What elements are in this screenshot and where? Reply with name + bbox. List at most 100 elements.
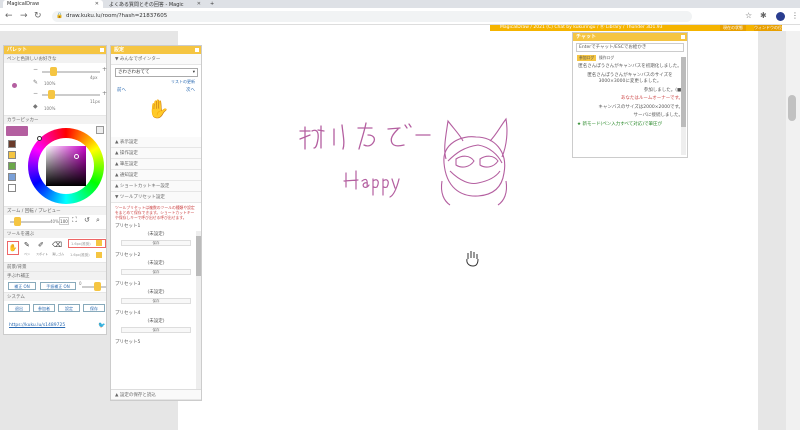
tool-input-1-knob[interactable] [96, 240, 102, 246]
color-cursor[interactable] [74, 154, 79, 159]
chat-log: 匿名さんぽうさんがキャンバスを初期化しました。 匿名さんぽうさんがキャンバスのサ… [573, 62, 687, 130]
preset-save-button[interactable]: 保存 [121, 298, 191, 304]
hand-tool-button[interactable]: ✋ [7, 241, 19, 255]
zoom-slider-handle[interactable] [14, 217, 21, 226]
back-button[interactable]: ← [5, 11, 13, 21]
twitter-icon[interactable]: 🐦 [98, 322, 105, 329]
pointer-header-text: みんなでポインター [119, 57, 161, 62]
pen-icon: ✎ [33, 79, 39, 86]
pen-tool-icon[interactable]: ✎ [24, 241, 30, 249]
hand-pointer-icon: ✋ [147, 99, 170, 120]
menu-icon[interactable]: ⋮ [791, 11, 799, 21]
pointer-select[interactable]: さわさわおてて ▾ [115, 68, 198, 77]
zoom-controls: 40% 100 ⛶ ↺ ⌕ [4, 215, 106, 229]
pointer-section-header[interactable]: ▼ みんなでポインター [111, 54, 201, 65]
close-icon[interactable] [195, 48, 199, 52]
size-value: 4px [90, 75, 98, 80]
participants-button[interactable]: 参加者 [33, 304, 55, 312]
close-icon[interactable]: ✕ [95, 1, 99, 7]
tool-preset-header[interactable]: ▼ ツールプリセット設定 [111, 192, 201, 203]
current-color-swatch[interactable] [6, 126, 28, 136]
section-label: ツールプリセット設定 [119, 195, 165, 200]
prev-link[interactable]: 前へ [117, 87, 126, 93]
pointer-settings: さわさわおてて ▾ リストの更新 前へ 次へ ✋ [111, 65, 201, 137]
palette-header[interactable]: パレット [4, 46, 106, 54]
close-icon[interactable] [681, 35, 685, 39]
section-stabilizer: 手ぶれ補正 [4, 271, 106, 280]
search-icon[interactable]: ⌕ [96, 216, 100, 225]
swatch-green[interactable] [8, 162, 16, 170]
tool-input-2-knob[interactable] [96, 252, 102, 258]
size-slider-handle[interactable] [50, 67, 57, 76]
preset-save-button[interactable]: 保存 [121, 327, 191, 333]
share-row: https://kuku.lu/s1489725 🐦 [4, 322, 106, 333]
canvas-scrollbar[interactable] [786, 31, 800, 430]
tab-title: よくある質問とその回答 - Magic [109, 1, 184, 8]
swatch-yellow[interactable] [8, 151, 16, 159]
preset-save-button[interactable]: 保存 [121, 240, 191, 246]
display-settings-header[interactable]: ▲ 表示設定 [111, 137, 201, 148]
tab-join-log[interactable]: 参加ログ [577, 55, 597, 61]
notification-settings-header[interactable]: ▲ 通知設定 [111, 170, 201, 181]
section-label: 操作設定 [119, 151, 138, 156]
settings-scrollbar-thumb[interactable] [196, 236, 201, 276]
scrollbar-thumb[interactable] [788, 95, 796, 121]
save-load-settings-header[interactable]: ▲ 設定の保存と読込 [111, 389, 201, 400]
minus-icon[interactable]: − [33, 90, 38, 97]
tab-magicaldraw[interactable]: MagicalDraw ✕ [3, 0, 103, 8]
settings-button[interactable]: 設定 [58, 304, 80, 312]
preset-value: (未設定) [147, 232, 165, 237]
chat-scrollbar-thumb[interactable] [681, 57, 686, 127]
close-icon[interactable]: ✕ [197, 1, 201, 7]
stabilizer-slider-handle[interactable] [94, 282, 101, 291]
forward-button[interactable]: → [20, 11, 28, 21]
tab-title: MagicalDraw [7, 1, 40, 7]
chat-header[interactable]: チャット [573, 33, 687, 41]
minus-icon[interactable]: − [33, 66, 38, 73]
fit-icon[interactable]: ⛶ [72, 216, 77, 225]
stabilizer-on-button[interactable]: 補正 ON [8, 282, 36, 290]
plus-icon[interactable]: + [102, 90, 107, 97]
log-entry: 参加しました。(■) [643, 87, 683, 93]
pressure-settings-header[interactable]: ▲ 筆圧設定 [111, 159, 201, 170]
preset-2: プリセット2 (未設定) 保存 [115, 252, 197, 275]
hue-cursor[interactable] [37, 136, 42, 141]
exit-button[interactable]: 退出 [8, 304, 30, 312]
shortcut-settings-header[interactable]: ▲ ショートカットキー設定 [111, 181, 201, 192]
hand-stabilizer-button[interactable]: 手振補正 ON [40, 282, 76, 290]
refresh-list-link[interactable]: リストの更新 [171, 79, 195, 85]
dropper-tool-icon[interactable]: ✐ [38, 241, 44, 249]
section-label: 通知設定 [119, 173, 138, 178]
swatch-add[interactable] [8, 184, 16, 192]
avatar[interactable] [776, 12, 785, 21]
tab-operation-log[interactable]: 操作ログ [597, 55, 616, 61]
settings-header[interactable]: 設定 [111, 46, 201, 54]
zoom-reset-button[interactable]: 100 [59, 217, 69, 225]
section-label: 表示設定 [119, 140, 138, 145]
operation-settings-header[interactable]: ▲ 操作設定 [111, 148, 201, 159]
saturation-square[interactable] [46, 146, 86, 186]
extensions-icon[interactable]: ✱ [760, 11, 767, 21]
eraser-tool-icon[interactable]: ⌫ [52, 241, 62, 249]
next-link[interactable]: 次へ [186, 87, 195, 93]
tool-label-eraser: 消しゴム [52, 252, 65, 256]
swatch-blue[interactable] [8, 173, 16, 181]
preset-save-button[interactable]: 保存 [121, 269, 191, 275]
rotate-icon[interactable]: ↺ [84, 216, 90, 224]
chat-input[interactable]: Enterでチャット/ESCでお絵かき [576, 43, 684, 52]
save-button[interactable]: 保存 [83, 304, 105, 312]
plus-icon[interactable]: + [102, 66, 107, 73]
swatch-brown[interactable] [8, 140, 16, 148]
star-icon[interactable]: ☆ [745, 11, 752, 21]
size2-slider-handle[interactable] [48, 90, 55, 99]
color-menu-icon[interactable] [96, 126, 104, 134]
chat-tabs: 参加ログ 操作ログ [573, 54, 687, 62]
reload-button[interactable]: ↻ [34, 11, 42, 21]
new-tab-button[interactable]: + [206, 0, 216, 8]
share-link[interactable]: https://kuku.lu/s1489725 [9, 323, 65, 328]
tab-faq[interactable]: よくある質問とその回答 - Magic ✕ [105, 0, 205, 8]
url-input[interactable]: 🔒 draw.kuku.lu/room/?hash=21837605 [52, 11, 692, 22]
close-icon[interactable] [100, 48, 104, 52]
log-entry: ★ 新モード(ペン入力すべて対応)で筆圧が [577, 121, 662, 127]
preset-3: プリセット3 (未設定) 保存 [115, 281, 197, 304]
